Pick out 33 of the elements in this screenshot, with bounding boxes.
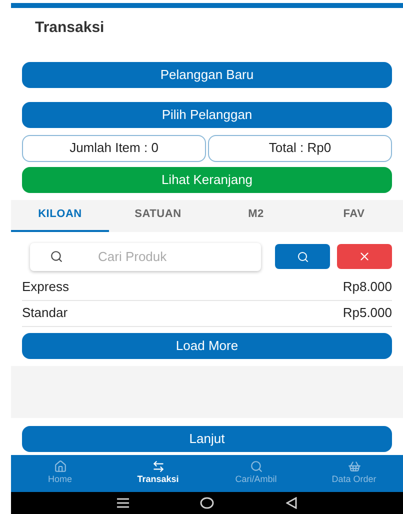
search-button[interactable] xyxy=(275,244,330,269)
back-icon[interactable] xyxy=(286,497,298,509)
page-title: Transaksi xyxy=(35,18,104,38)
close-button[interactable] xyxy=(337,244,392,269)
category-tab[interactable]: SATUAN xyxy=(109,200,207,232)
category-tab[interactable]: FAV xyxy=(305,200,403,232)
search-icon xyxy=(250,460,262,474)
item-count: Jumlah Item : 0 xyxy=(22,134,206,162)
next-button[interactable]: Lanjut xyxy=(22,426,392,452)
nav-label: Transaksi xyxy=(137,473,179,486)
customer-button[interactable]: Pilih Pelanggan xyxy=(22,102,392,128)
category-tab[interactable]: M2 xyxy=(207,200,305,232)
home-icon xyxy=(54,460,66,474)
close-icon xyxy=(358,250,371,263)
nav-item[interactable]: Transaksi xyxy=(109,455,207,492)
home-circle-icon[interactable] xyxy=(200,497,214,509)
product-name[interactable]: Express xyxy=(22,277,69,297)
search-icon xyxy=(50,250,63,262)
nav-label: Cari/Ambil xyxy=(235,473,277,486)
product-name[interactable]: Standar xyxy=(22,303,68,323)
search-field[interactable]: Cari Produk xyxy=(30,242,261,270)
menu-icon[interactable] xyxy=(116,498,129,508)
load-more-button[interactable]: Load More xyxy=(22,332,392,358)
customer-button[interactable]: Pelanggan Baru xyxy=(22,62,392,88)
basket-icon xyxy=(348,460,360,474)
product-price: Rp8.000 xyxy=(342,278,392,296)
nav-label: Data Order xyxy=(332,473,376,486)
cart-button[interactable]: Lihat Keranjang xyxy=(22,166,392,192)
arrows-icon xyxy=(152,460,164,474)
total-amount: Total : Rp0 xyxy=(208,134,392,162)
nav-label: Home xyxy=(48,473,72,486)
search-icon xyxy=(296,250,308,262)
product-price: Rp5.000 xyxy=(342,304,392,322)
